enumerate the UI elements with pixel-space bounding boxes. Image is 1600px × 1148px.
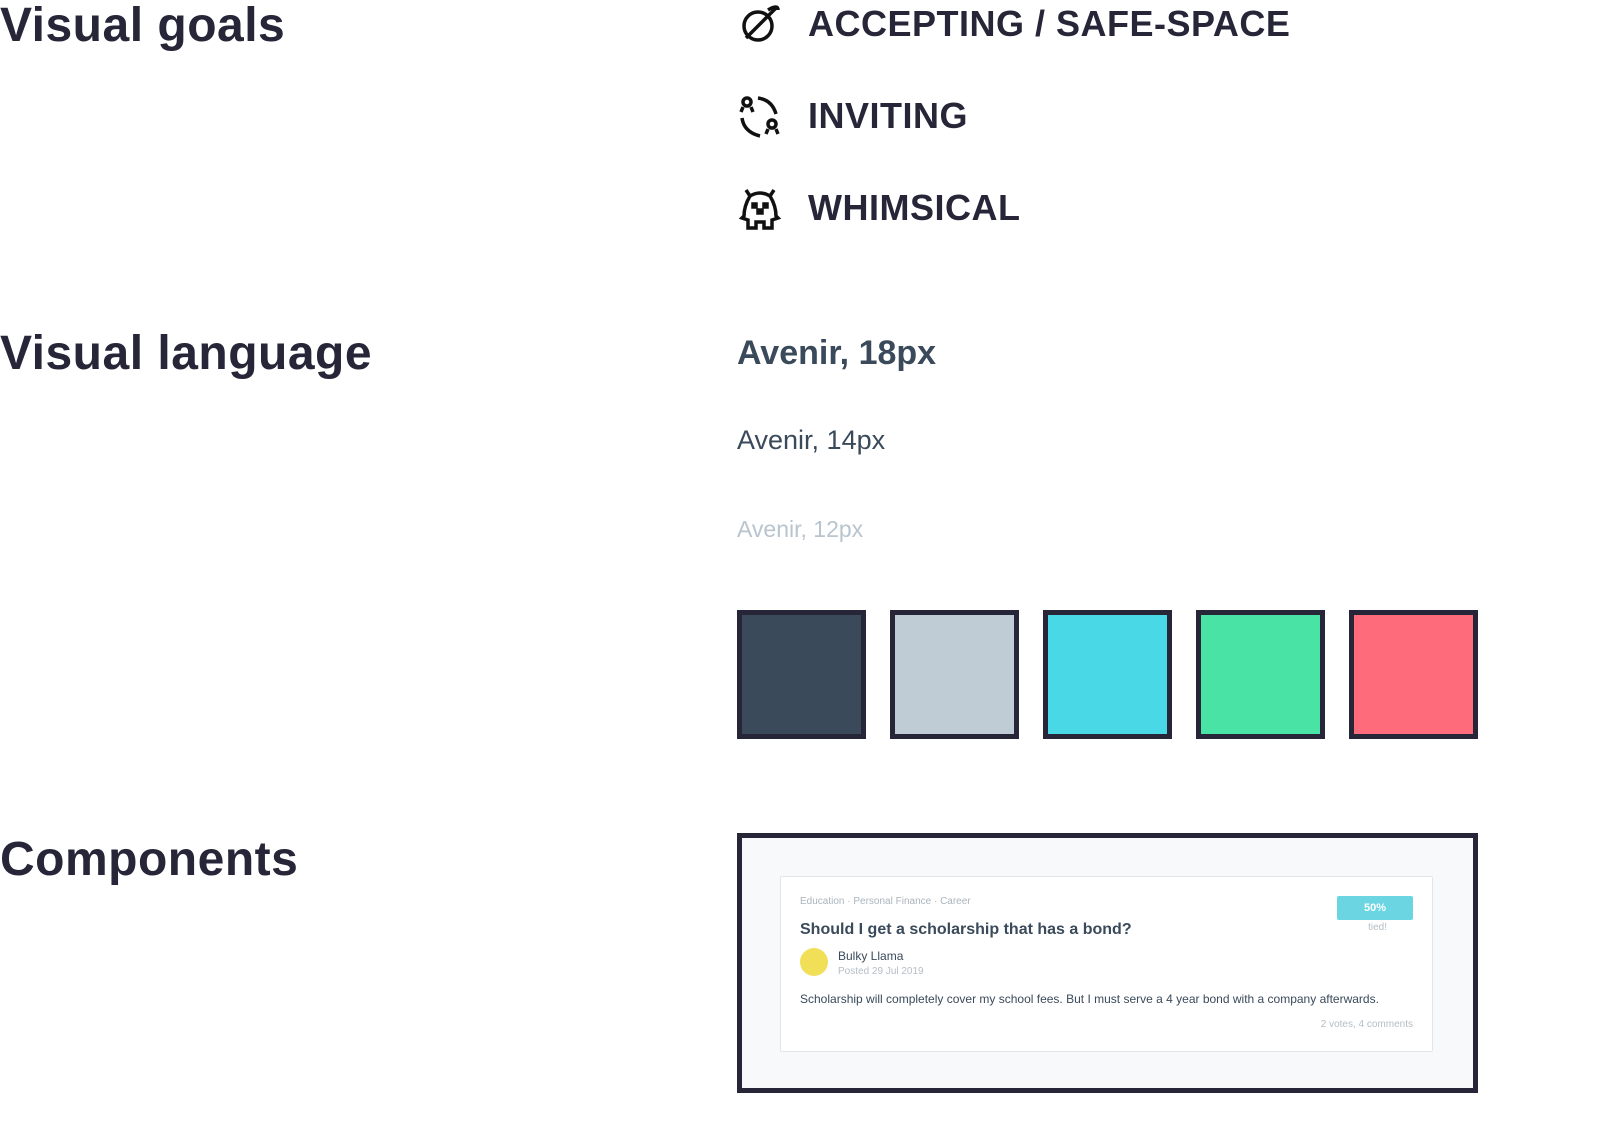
section-title-visual-goals: Visual goals: [0, 0, 286, 52]
card-body: Scholarship will completely cover my sch…: [800, 992, 1379, 1006]
avatar: [800, 948, 828, 976]
goal-item: WHIMSICAL: [738, 186, 1020, 230]
color-swatch-red: [1349, 610, 1478, 739]
goal-label: INVITING: [808, 95, 969, 136]
font-sample-14: Avenir, 14px: [737, 425, 886, 455]
color-swatch-dark-slate: [737, 610, 866, 739]
question-card[interactable]: Education · Personal Finance · Career Sh…: [780, 876, 1433, 1052]
color-swatch-green: [1196, 610, 1325, 739]
card-posted-date: Posted 29 Jul 2019: [838, 966, 924, 977]
font-sample-12: Avenir, 12px: [737, 516, 864, 542]
component-preview-frame: Education · Personal Finance · Career Sh…: [737, 833, 1478, 1093]
monster-icon: [738, 189, 782, 230]
vote-status: tied!: [1368, 922, 1387, 933]
vote-percent-badge: 50%: [1337, 896, 1413, 920]
card-author[interactable]: Bulky Llama: [838, 949, 903, 963]
goal-label: WHIMSICAL: [808, 187, 1021, 228]
font-sample-18: Avenir, 18px: [737, 334, 937, 372]
card-tags: Education · Personal Finance · Career: [800, 896, 971, 907]
people-exchange-icon: [739, 96, 780, 138]
color-swatch-cyan: [1043, 610, 1172, 739]
goal-item: ACCEPTING / SAFE-SPACE: [738, 2, 1290, 46]
goal-label: ACCEPTING / SAFE-SPACE: [808, 3, 1291, 44]
card-title[interactable]: Should I get a scholarship that has a bo…: [800, 921, 1132, 939]
goal-item: INVITING: [738, 94, 968, 138]
section-title-components: Components: [0, 833, 299, 886]
color-swatch-light-grey: [890, 610, 1019, 739]
planet-icon: [742, 5, 780, 42]
card-votes-comments: 2 votes, 4 comments: [1320, 1019, 1413, 1030]
section-title-visual-language: Visual language: [0, 327, 373, 380]
